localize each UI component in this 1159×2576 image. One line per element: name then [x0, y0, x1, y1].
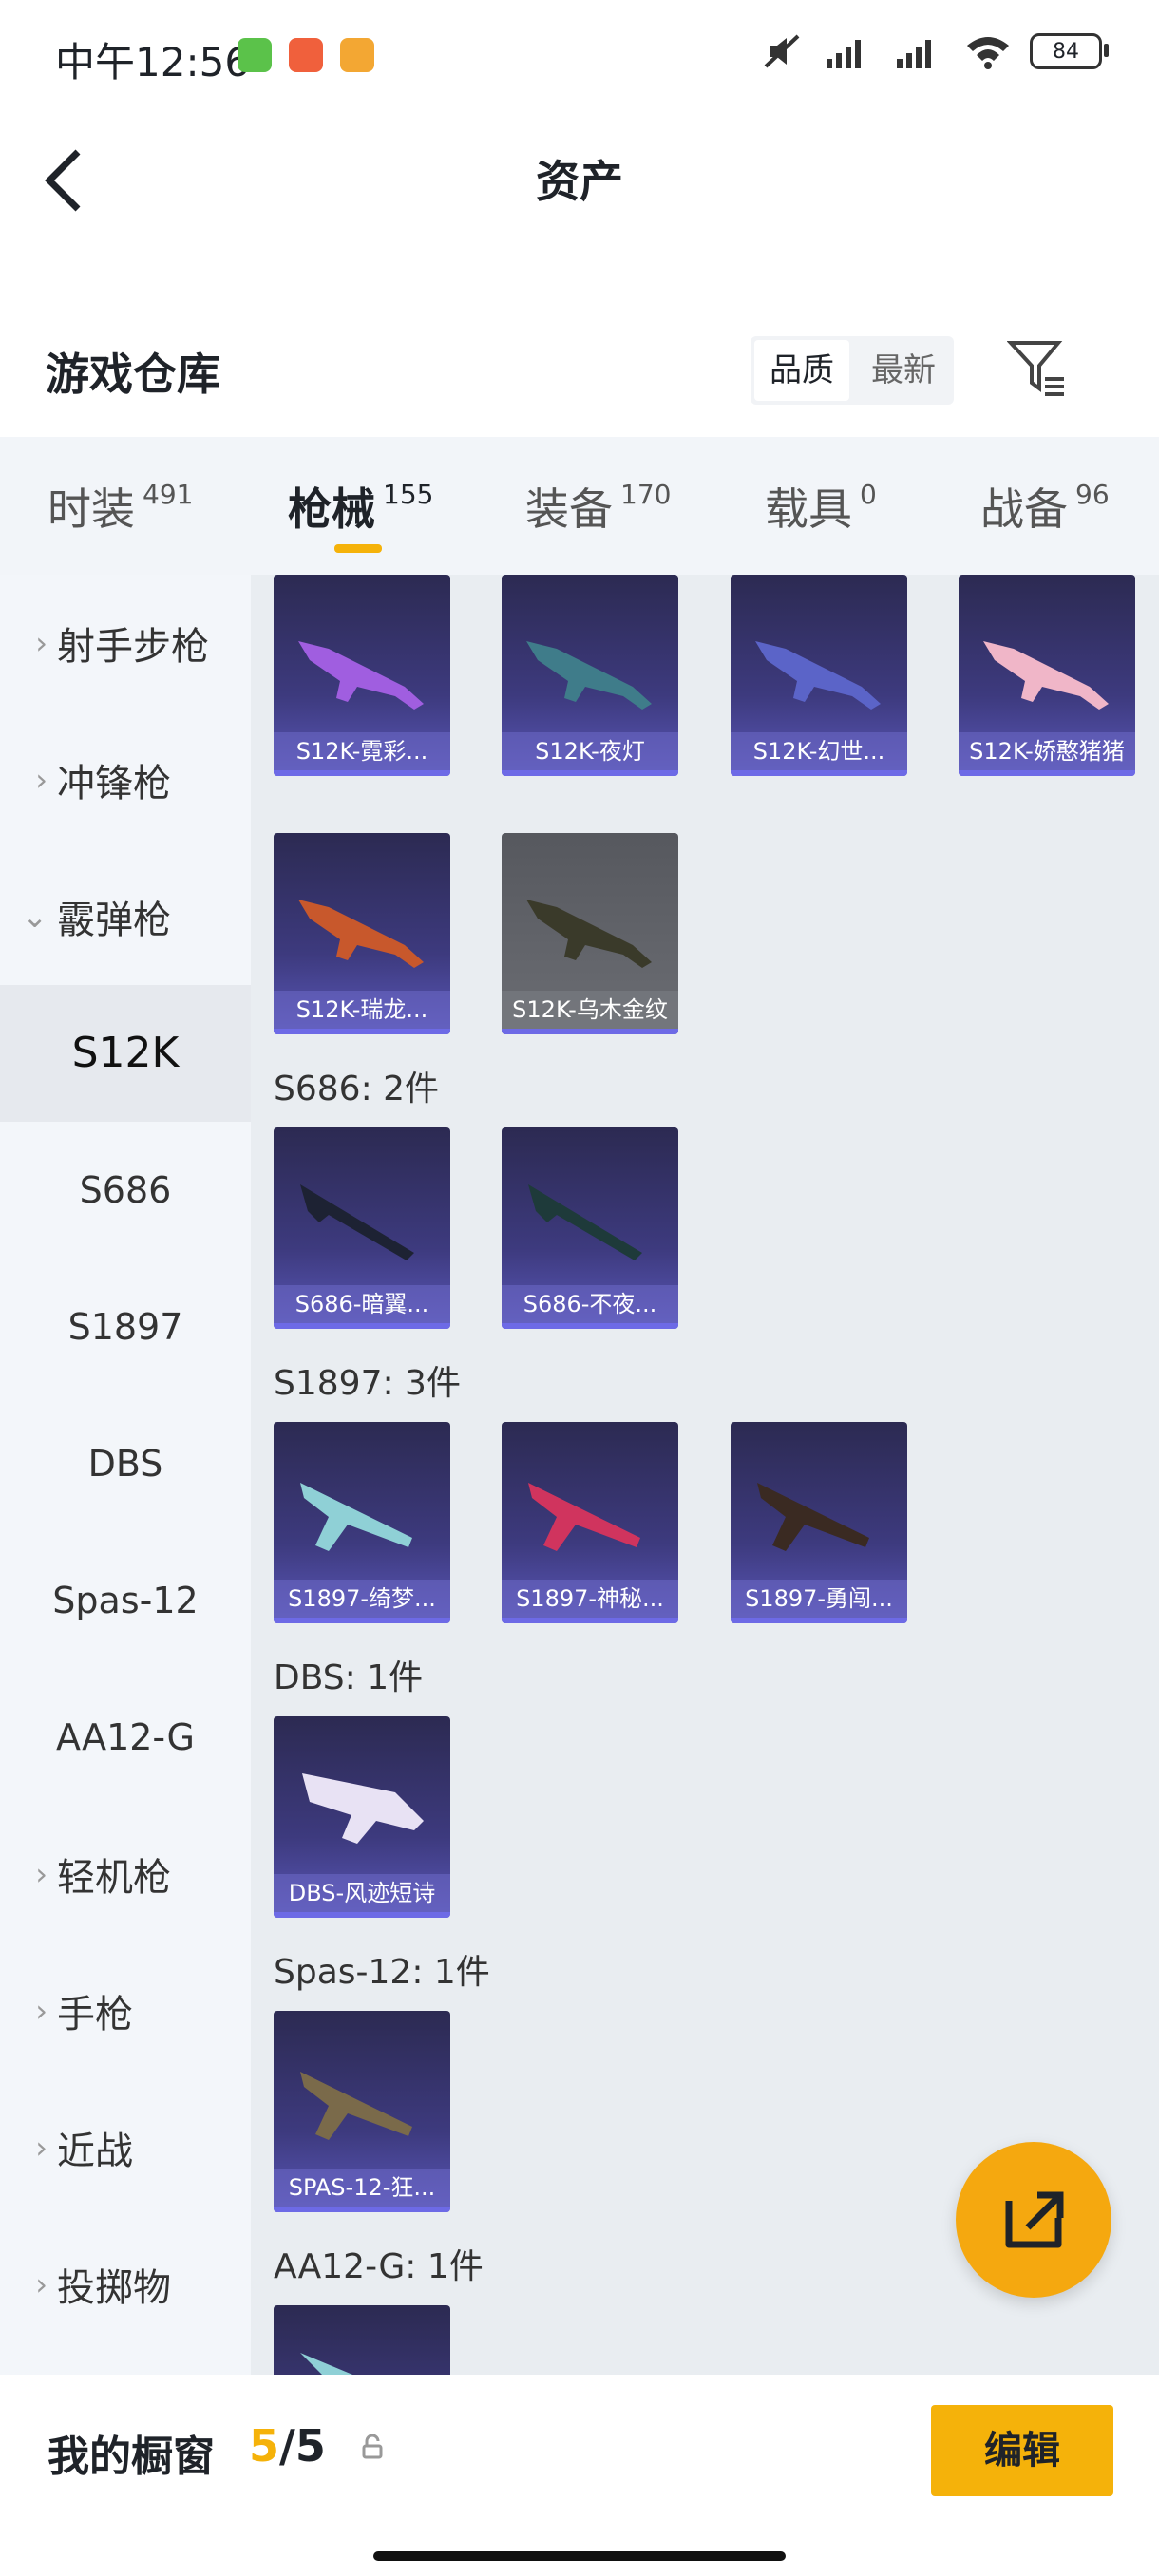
item-name: S12K-乌木金纹 [502, 991, 678, 1029]
sidebar-item-melee[interactable]: › 近战 [0, 2079, 251, 2216]
tab-guns[interactable]: 枪械 155 [288, 475, 433, 538]
item-card[interactable]: S12K-夜灯 [502, 575, 678, 776]
item-name: S1897-勇闯... [731, 1580, 907, 1618]
item-card[interactable]: DBS-风迹短诗 [274, 1716, 450, 1918]
wifi-icon [967, 37, 1009, 69]
share-button[interactable] [956, 2142, 1112, 2298]
item-card[interactable]: S686-暗翼... [274, 1127, 450, 1329]
lock-icon [362, 2434, 383, 2459]
item-card[interactable]: S12K-霓彩... [274, 575, 450, 776]
item-card[interactable]: S12K-幻世... [731, 575, 907, 776]
chevron-right-icon: › [35, 1993, 48, 2029]
item-name: S1897-神秘... [502, 1580, 678, 1618]
sidebar-sub-spas12[interactable]: Spas-12 [0, 1532, 251, 1669]
sort-quality-button[interactable]: 品质 [754, 340, 849, 401]
chevron-down-icon: ⌄ [22, 899, 48, 935]
group-title-dbs: DBS: 1件 [274, 1658, 424, 1697]
sort-newest-button[interactable]: 最新 [853, 336, 954, 405]
filter-icon[interactable] [1007, 337, 1068, 398]
sidebar-sub-aa12g[interactable]: AA12-G [0, 1669, 251, 1806]
rifle-icon [298, 900, 424, 968]
item-name: S12K-霓彩... [274, 732, 450, 770]
download-notification-icon [238, 38, 272, 72]
chevron-right-icon: › [35, 625, 48, 661]
item-card[interactable]: S12K-乌木金纹 [502, 833, 678, 1034]
item-grid: S12K-霓彩... S12K-夜灯 S12K-幻世... S12K-娇憨猪猪 … [251, 575, 1159, 2375]
section-title: 游戏仓库 [46, 349, 220, 400]
shotgun-icon [300, 2072, 412, 2140]
signal2-icon [897, 40, 931, 68]
item-card[interactable]: S12K-娇憨猪猪 [959, 575, 1135, 776]
tab-equipment[interactable]: 装备 170 [525, 475, 671, 538]
signal-icon [826, 40, 861, 68]
item-name: S12K-娇憨猪猪 [959, 732, 1135, 770]
item-card[interactable]: S1897-绮梦... [274, 1422, 450, 1623]
shotgun-icon [300, 1483, 412, 1551]
item-card[interactable]: S12K-瑞龙... [274, 833, 450, 1034]
item-card[interactable] [274, 2305, 450, 2375]
shotgun-icon [300, 1184, 414, 1260]
sidebar-item-lmg[interactable]: › 轻机枪 [0, 1806, 251, 1942]
sidebar-sub-s1897[interactable]: S1897 [0, 1259, 251, 1395]
item-card[interactable]: S1897-神秘... [502, 1422, 678, 1623]
app2-notification-icon [340, 38, 374, 72]
showcase-label: 我的橱窗 [48, 2433, 215, 2481]
group-title-aa12g: AA12-G: 1件 [274, 2247, 484, 2286]
item-name: S12K-幻世... [731, 732, 907, 770]
sort-toggle[interactable]: 品质 最新 [750, 336, 954, 405]
rifle-icon [526, 900, 652, 968]
tab-vehicles[interactable]: 载具 0 [765, 475, 877, 538]
tab-fashion[interactable]: 时装 491 [48, 475, 193, 538]
chevron-right-icon: › [35, 2130, 48, 2166]
home-indicator[interactable] [373, 2551, 786, 2561]
sidebar-item-throwable[interactable]: › 投掷物 [0, 2216, 251, 2353]
mute-icon [764, 34, 800, 68]
page-title: 资产 [536, 156, 623, 207]
item-name: S1897-绮梦... [274, 1580, 450, 1618]
showcase-bar: 我的橱窗 5/5 编辑 [0, 2375, 1159, 2576]
group-title-s1897: S1897: 3件 [274, 1364, 461, 1403]
sidebar-sub-dbs[interactable]: DBS [0, 1395, 251, 1532]
sidebar-sub-s12k[interactable]: S12K [0, 985, 251, 1122]
shotgun-icon [528, 1483, 640, 1551]
group-title-spas12: Spas-12: 1件 [274, 1953, 490, 1992]
shotgun-icon [528, 1184, 642, 1260]
sidebar-item-marksman[interactable]: › 射手步枪 [0, 575, 251, 711]
sidebar-sub-s686[interactable]: S686 [0, 1122, 251, 1259]
showcase-count: 5/5 [249, 2420, 326, 2472]
chevron-right-icon: › [35, 1856, 48, 1892]
item-card[interactable]: SPAS-12-狂... [274, 2011, 450, 2212]
rifle-icon [755, 641, 881, 710]
item-name: DBS-风迹短诗 [274, 1874, 450, 1912]
rifle-icon [298, 641, 424, 710]
shotgun-icon [300, 2353, 353, 2375]
edit-button[interactable]: 编辑 [931, 2405, 1113, 2496]
item-name: S12K-夜灯 [502, 732, 678, 770]
group-title-s686: S686: 2件 [274, 1070, 440, 1108]
sidebar: › 射手步枪 › 冲锋枪 ⌄ 霰弹枪 S12K S686 S1897 DBS Spas… [0, 575, 251, 2375]
item-name: SPAS-12-狂... [274, 2169, 450, 2207]
sidebar-item-shotgun[interactable]: ⌄ 霰弹枪 [0, 848, 251, 985]
battery-icon: 84 [1030, 33, 1109, 69]
status-time: 中午12:56 [55, 39, 251, 85]
item-card[interactable]: S1897-勇闯... [731, 1422, 907, 1623]
tab-supplies[interactable]: 战备 96 [980, 475, 1110, 538]
share-icon [1005, 2191, 1064, 2248]
item-name: S12K-瑞龙... [274, 991, 450, 1029]
app-notification-icon [289, 38, 323, 72]
sidebar-item-pistol[interactable]: › 手枪 [0, 1942, 251, 2079]
shotgun-icon [302, 1773, 424, 1844]
category-tabs: 时装 491 枪械 155 装备 170 载具 0 战备 96 [0, 437, 1159, 575]
item-card[interactable]: S686-不夜... [502, 1127, 678, 1329]
item-name: S686-暗翼... [274, 1285, 450, 1323]
rifle-icon [526, 641, 652, 710]
chevron-right-icon: › [35, 762, 48, 798]
active-tab-indicator [334, 544, 382, 553]
sidebar-item-smg[interactable]: › 冲锋枪 [0, 711, 251, 848]
item-name: S686-不夜... [502, 1285, 678, 1323]
shotgun-icon [757, 1483, 869, 1551]
chevron-right-icon: › [35, 2266, 48, 2302]
rifle-icon [983, 641, 1109, 710]
status-bar: 中午12:56 84 [0, 0, 1159, 114]
